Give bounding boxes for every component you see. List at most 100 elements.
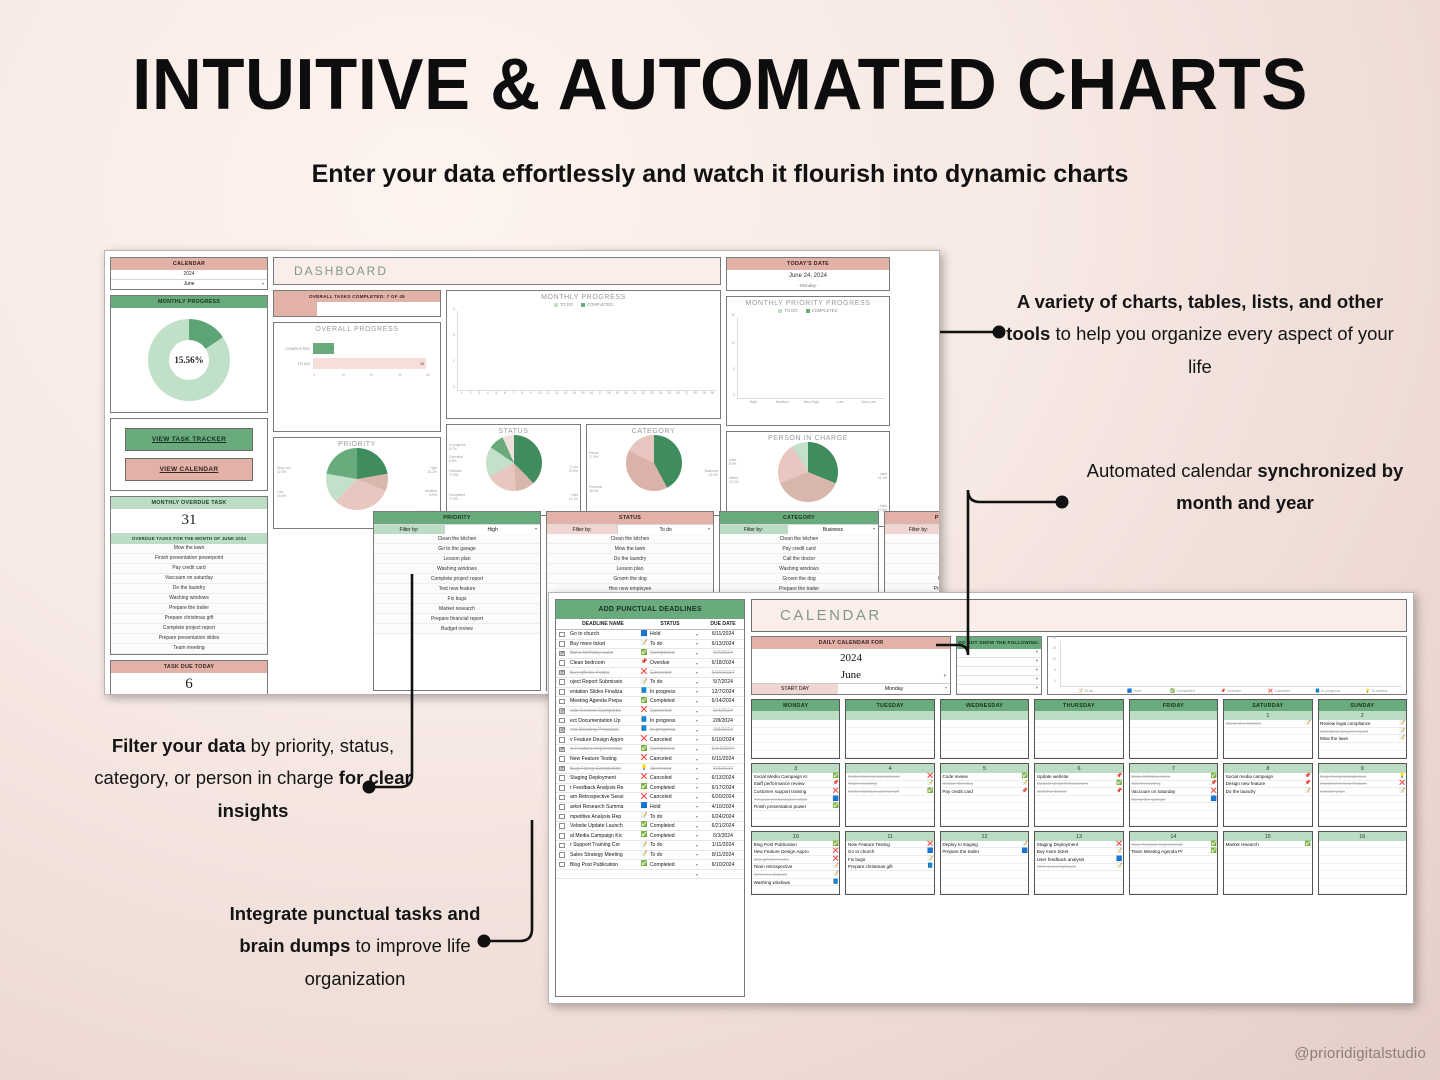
- deadline-status[interactable]: Completed: [650, 650, 692, 656]
- calendar-empty-slot[interactable]: [1129, 803, 1218, 811]
- deadline-checkbox[interactable]: [556, 804, 568, 810]
- chevron-down-icon[interactable]: ▾: [692, 661, 702, 666]
- deadline-row[interactable]: Clean bedroom 📌 Overdue ▾ 6/18/2024: [556, 659, 744, 669]
- deadline-row[interactable]: am Retrospective Sessi ❌ Canceled ▾ 6/20/202…: [556, 793, 744, 803]
- calendar-empty-slot[interactable]: [1035, 879, 1123, 887]
- deadline-row[interactable]: Staging Deployment ❌ Canceled ▾ 6/13/2024: [556, 774, 744, 784]
- calendar-event[interactable]: Buy gift for Pedro ❌: [752, 856, 840, 864]
- calendar-event[interactable]: User feedback analysis 🟦: [1035, 856, 1123, 864]
- deadline-row[interactable]: r Support Training Cor 📝 To do ▾ 1/11/2024: [556, 841, 744, 851]
- calendar-empty-slot[interactable]: [1035, 803, 1123, 811]
- chevron-down-icon[interactable]: ▾: [692, 689, 702, 694]
- deadline-checkbox[interactable]: [556, 689, 568, 695]
- calendar-empty-slot[interactable]: [846, 811, 934, 819]
- calendar-empty-slot[interactable]: [1224, 796, 1312, 804]
- deadline-row[interactable]: al Media Campaign Kic ✅ Completed ▾ 6/3/2024: [556, 831, 744, 842]
- deadline-due-date[interactable]: 6/11/2024: [702, 631, 744, 637]
- deadline-status[interactable]: Hold: [650, 631, 692, 637]
- calendar-day-cell[interactable]: 10 Blog Post Publication ✅ New Feature Desi…: [751, 831, 841, 896]
- calendar-card-year[interactable]: 2024: [111, 270, 267, 279]
- deadline-row[interactable]: mpetitive Analysis Rep 📝 To do ▾ 6/24/2024: [556, 812, 744, 822]
- chevron-down-icon[interactable]: ▾: [692, 718, 702, 723]
- calendar-empty-slot[interactable]: [846, 886, 934, 895]
- deadline-due-date[interactable]: 6/9/2024: [702, 766, 744, 772]
- calendar-event[interactable]: Client meeting 📌: [1129, 781, 1218, 789]
- filter-status-row[interactable]: Filter by: To do: [547, 524, 713, 535]
- calendar-empty-slot[interactable]: [1318, 864, 1406, 872]
- deadline-row[interactable]: Bake birthday cake ✅Completed▾6/7/2024: [556, 649, 744, 659]
- calendar-empty-slot[interactable]: [1318, 796, 1406, 804]
- calendar-empty-slot[interactable]: [940, 811, 1029, 819]
- deadline-row[interactable]: Blog Post Publication ✅ Completed ▾ 6/10/202…: [556, 860, 744, 870]
- chevron-down-icon[interactable]: ▾: [692, 641, 702, 646]
- calendar-event[interactable]: Market research ✅: [1224, 841, 1312, 849]
- dcf-year[interactable]: 2024: [752, 649, 950, 667]
- calendar-empty-slot[interactable]: [846, 871, 934, 879]
- deadline-checkbox[interactable]: [556, 669, 568, 676]
- calendar-day-cell[interactable]: 7 Bake birthday cake ✅ Client meeting 📌 Vaccu…: [1128, 763, 1219, 828]
- deadline-status[interactable]: Canceled: [650, 794, 692, 800]
- calendar-event[interactable]: Blog Post Publication ✅: [752, 841, 840, 849]
- calendar-empty-slot[interactable]: [1318, 803, 1406, 811]
- calendar-empty-slot[interactable]: [1318, 811, 1406, 819]
- deadline-row[interactable]: Meeting Agenda Prepa ✅ Completed ▾ 6/14/2024: [556, 697, 744, 707]
- calendar-empty-slot[interactable]: [1035, 819, 1123, 827]
- deadline-status[interactable]: Completed: [650, 862, 692, 868]
- chevron-down-icon[interactable]: ▾: [692, 747, 702, 752]
- calendar-event[interactable]: Fix bugs 📝: [846, 856, 934, 864]
- deadline-due-date[interactable]: 6/13/2024: [702, 641, 744, 647]
- deadline-due-date[interactable]: 6/14/2024: [702, 698, 744, 704]
- calendar-empty-slot[interactable]: [1318, 856, 1406, 864]
- deadline-status[interactable]: To do: [650, 852, 692, 858]
- calendar-card-month-row[interactable]: June: [111, 278, 267, 289]
- calendar-day-cell[interactable]: 6 Update website 📌 Update project document ✅…: [1034, 763, 1124, 828]
- chevron-down-icon[interactable]: ▾: [692, 766, 702, 771]
- deadline-due-date[interactable]: 6/17/2024: [702, 785, 744, 791]
- filter-panel-priority[interactable]: PRIORITY Filter by: High Clean the kitch…: [373, 511, 541, 691]
- deadline-due-date[interactable]: 6/10/2024: [702, 670, 744, 676]
- calendar-event[interactable]: Code review ✅: [940, 773, 1029, 781]
- deadline-row[interactable]: entation Slides Finaliza 📘 In progress ▾ 12/…: [556, 688, 744, 698]
- deadline-due-date[interactable]: 6/20/2024: [702, 794, 744, 800]
- deadline-status[interactable]: Completed: [650, 785, 692, 791]
- calendar-empty-slot[interactable]: [1318, 879, 1406, 887]
- calendar-empty-slot[interactable]: [1129, 871, 1218, 879]
- chevron-down-icon[interactable]: ▾: [692, 843, 702, 848]
- deadline-status[interactable]: Canceled: [650, 756, 692, 762]
- do-not-show-card[interactable]: DO NOT SHOW THE FOLLOWING:: [956, 636, 1042, 696]
- filter-person-row[interactable]: Filter by: Jane: [885, 524, 939, 535]
- calendar-event[interactable]: Customer support training ❌: [752, 788, 840, 796]
- calendar-empty-slot[interactable]: [846, 803, 934, 811]
- dcf-month[interactable]: June: [752, 667, 950, 683]
- dns-row[interactable]: [957, 685, 1041, 695]
- deadline-row[interactable]: ect Documentation Up 📘 In progress ▾ 2/8/202…: [556, 716, 744, 726]
- chevron-down-icon[interactable]: ▾: [692, 852, 702, 857]
- dns-row[interactable]: [957, 676, 1041, 686]
- deadline-row[interactable]: oject Report Submissio 📝 To do ▾ 5/7/2024: [556, 678, 744, 688]
- chevron-down-icon[interactable]: ▾: [692, 680, 702, 685]
- deadline-status[interactable]: Completed: [650, 746, 692, 752]
- deadline-due-date[interactable]: 4/10/2024: [702, 804, 744, 810]
- calendar-event[interactable]: Lesson plan 📝: [1318, 788, 1406, 796]
- calendar-event[interactable]: Deploy to staging 📝: [940, 841, 1029, 849]
- deadline-due-date[interactable]: 6/18/2024: [702, 660, 744, 666]
- calendar-empty-slot[interactable]: [1129, 856, 1218, 864]
- calendar-event[interactable]: Team meeting 📝: [846, 781, 934, 789]
- calendar-day-cell[interactable]: 15 Market research ✅: [1223, 831, 1313, 896]
- calendar-day-cell[interactable]: 16: [1317, 831, 1407, 896]
- calendar-empty-slot[interactable]: [940, 796, 1029, 804]
- chevron-down-icon[interactable]: ▾: [692, 699, 702, 704]
- calendar-event[interactable]: Finish presentation power ✅: [752, 803, 840, 811]
- deadline-checkbox[interactable]: [556, 832, 568, 839]
- calendar-empty-slot[interactable]: [1035, 796, 1123, 804]
- calendar-empty-slot[interactable]: [940, 879, 1029, 887]
- deadline-row-empty[interactable]: ▾: [556, 870, 744, 880]
- calendar-empty-slot[interactable]: [1318, 886, 1406, 895]
- deadline-checkbox[interactable]: [556, 823, 568, 829]
- deadline-status[interactable]: To do: [650, 842, 692, 848]
- deadline-due-date[interactable]: 6/11/2024: [702, 756, 744, 762]
- calendar-empty-slot[interactable]: [940, 886, 1029, 895]
- chevron-down-icon[interactable]: ▾: [692, 776, 702, 781]
- deadline-due-date[interactable]: 6/21/2024: [702, 823, 744, 829]
- deadline-checkbox[interactable]: [556, 775, 568, 781]
